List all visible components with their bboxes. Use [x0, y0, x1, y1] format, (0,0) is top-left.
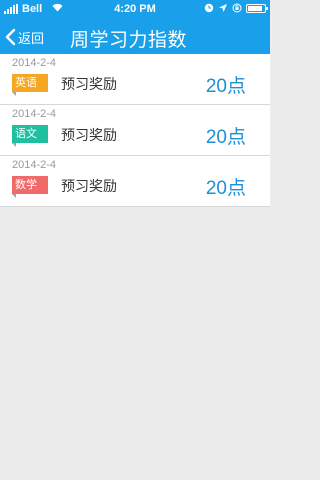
- subject-label: 英语: [15, 76, 37, 89]
- record-description: 预习奖励: [61, 128, 117, 144]
- subject-label: 数学: [15, 178, 37, 191]
- record-list: 2014-2-4 英语 预习奖励 20点 2014-2-4 语文 预习奖励 20…: [0, 54, 270, 207]
- list-item[interactable]: 2014-2-4 英语 预习奖励 20点: [0, 54, 270, 105]
- location-icon: [219, 4, 227, 12]
- nav-bar: 返回 周学习力指数: [0, 20, 270, 54]
- page-title: 周学习力指数: [70, 29, 188, 51]
- lock-rotation-icon: [232, 3, 242, 13]
- record-points: 20点: [205, 127, 246, 148]
- clock-icon: [204, 3, 214, 13]
- back-label: 返回: [18, 31, 45, 47]
- chevron-left-icon: [5, 28, 16, 46]
- battery-icon: [246, 3, 268, 13]
- record-points: 20点: [205, 76, 246, 97]
- list-item[interactable]: 2014-2-4 数学 预习奖励 20点: [0, 156, 270, 207]
- record-date: 2014-2-4: [12, 108, 57, 120]
- record-description: 预习奖励: [61, 77, 117, 93]
- list-item[interactable]: 2014-2-4 语文 预习奖励 20点: [0, 105, 270, 156]
- subject-tag: 数学: [12, 176, 48, 198]
- record-date: 2014-2-4: [12, 159, 57, 171]
- subject-tag: 英语: [12, 74, 48, 96]
- record-description: 预习奖励: [61, 179, 117, 195]
- status-bar: Bell 4:20 PM: [0, 0, 270, 20]
- subject-label: 语文: [15, 127, 37, 140]
- record-date: 2014-2-4: [12, 57, 57, 69]
- back-button[interactable]: 返回: [4, 24, 44, 50]
- record-points: 20点: [205, 178, 246, 199]
- subject-tag: 语文: [12, 125, 48, 147]
